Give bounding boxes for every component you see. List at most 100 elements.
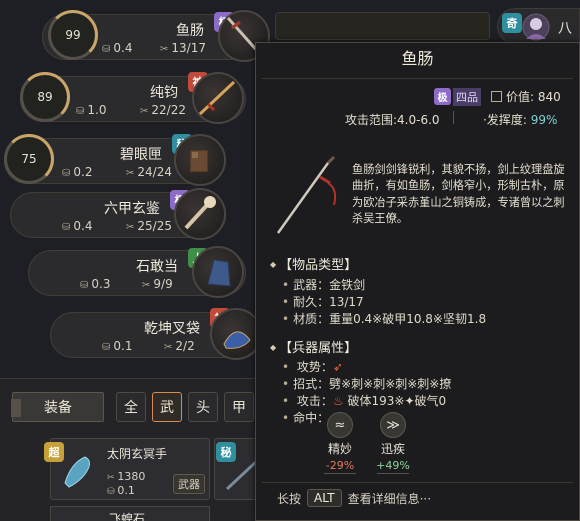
- equip-card[interactable]: 太阴玄冥手 1380 0.1 武器: [50, 438, 210, 500]
- equip-card-type: 武器: [173, 474, 205, 494]
- top-right-name: 八: [558, 21, 572, 37]
- equip-label-text: 装备: [44, 400, 72, 416]
- tab-all[interactable]: 全: [116, 392, 146, 422]
- equip-label: 装备: [11, 392, 104, 422]
- durability-line: 耐久：13/17: [282, 293, 364, 310]
- flame-icon: ♨: [332, 394, 344, 408]
- performance-rate: ·发挥度: 99%: [483, 111, 557, 128]
- equip-card-name: 太阴玄冥手: [107, 447, 168, 461]
- detail-hint: 长按 ALT 查看详细信息···: [277, 489, 431, 507]
- tab-armor[interactable]: 甲: [224, 392, 254, 422]
- item-durability: 25/25: [126, 219, 172, 233]
- grade-badge: 超: [44, 442, 64, 462]
- stab-icon: ➶: [332, 360, 343, 374]
- attack-label: 攻击：: [296, 394, 333, 408]
- attack-range: 攻击范围:4.0-6.0: [345, 111, 440, 128]
- hint-text: 查看详细信息···: [347, 491, 432, 506]
- bag-icon: [223, 331, 251, 349]
- price-value: 840: [537, 90, 561, 104]
- item-row[interactable]: 99 鱼肠 0.4 13/17 极: [42, 8, 270, 62]
- item-durability: 13/17: [160, 41, 206, 55]
- grade-badge: 秘: [216, 442, 236, 462]
- section-heading: 【兵器属性】: [270, 337, 357, 356]
- performance-label: ·发挥度:: [483, 113, 527, 127]
- item-weight: 1.0: [76, 103, 106, 117]
- precision-icon: ≈: [327, 412, 353, 438]
- item-row[interactable]: 石敢当 0.3 9/9 上: [28, 244, 246, 298]
- skill-speed: ≫ 迅疾 +49%: [369, 412, 417, 474]
- durability-ring: 75: [4, 134, 54, 184]
- material-line: 材质：重量0.4※破甲10.8※坚韧1.8: [282, 310, 486, 327]
- section-heading: 【物品类型】: [270, 254, 357, 273]
- item-name: 乾坤叉袋: [144, 321, 200, 337]
- skill-name: 迅疾: [380, 442, 405, 456]
- equip-card-name: 飞蝗石: [109, 512, 146, 521]
- item-name: 石敢当: [136, 259, 178, 275]
- equip-card-weight: 0.1: [107, 484, 135, 497]
- speed-icon: ≫: [380, 412, 406, 438]
- alt-key[interactable]: ALT: [307, 489, 342, 507]
- item-row[interactable]: 乾坤叉袋 0.1 2/2 神: [50, 306, 264, 360]
- item-row[interactable]: 六甲玄鉴 0.4 25/25 极: [10, 186, 226, 240]
- sword-icon: [198, 80, 236, 116]
- performance-value: 99%: [530, 113, 558, 127]
- skill-name: 精妙: [327, 442, 352, 456]
- qi-icon: ✦: [404, 394, 415, 408]
- tab-weapon[interactable]: 武: [152, 392, 182, 422]
- item-durability: 9/9: [142, 277, 172, 291]
- attack-pose-label: 攻势：: [296, 360, 333, 374]
- box-icon: [189, 149, 209, 173]
- tooltip-title: 鱼肠: [401, 49, 434, 68]
- equip-card[interactable]: 飞蝗石: [50, 506, 210, 521]
- item-durability: 2/2: [164, 339, 194, 353]
- attack-range-value: 4.0-6.0: [397, 113, 440, 127]
- item-art: [174, 188, 226, 240]
- sword-icon: [276, 155, 337, 234]
- item-weight: 0.2: [62, 165, 92, 179]
- stone-tablet-icon: [207, 259, 231, 287]
- item-art: [192, 246, 244, 298]
- item-name: 碧眼匣: [120, 147, 162, 163]
- grade-tag: 极 四品: [434, 87, 481, 106]
- item-art: [174, 134, 226, 186]
- item-row[interactable]: 75 碧眼匣 0.2 24/24 秘: [4, 132, 226, 186]
- item-row[interactable]: 89 纯钧 1.0 22/22 神: [20, 70, 246, 124]
- attack-range-label: 攻击范围:: [345, 113, 398, 127]
- item-weight: 0.3: [80, 277, 110, 291]
- attack-pose-line: 攻势：➶: [282, 358, 343, 375]
- price-icon: [491, 91, 502, 102]
- equip-card-durability: 1380: [107, 470, 145, 483]
- grade-text: 四品: [453, 87, 481, 106]
- moves-line: 招式：劈※刺※刺※刺※刺※撩: [282, 375, 451, 392]
- divider: [453, 111, 454, 124]
- attack-body-break: 破体193※: [347, 394, 405, 408]
- item-art: [192, 72, 244, 124]
- top-right-item-card[interactable]: 奇 八: [497, 8, 580, 44]
- grade-badge: 极: [434, 88, 451, 105]
- item-name: 鱼肠: [176, 23, 204, 39]
- divider: [262, 78, 573, 79]
- item-weight: 0.1: [102, 339, 132, 353]
- price-label: 价值:: [506, 90, 535, 104]
- item-description: 鱼肠剑剑锋锐利，其貌不扬，剑上纹理盘旋曲折，有如鱼肠，剑格窄小，形制古朴，原为欧…: [352, 163, 565, 226]
- item-durability: 22/22: [140, 103, 186, 117]
- top-frame: [275, 12, 490, 40]
- grade-badge: 奇: [502, 13, 522, 33]
- item-name: 纯钧: [150, 85, 178, 101]
- mirror-icon: [184, 196, 216, 230]
- skill-value: -29%: [325, 459, 355, 472]
- attack-line: 攻击：♨ 破体193※✦破气0: [282, 392, 446, 409]
- skill-precision: ≈ 精妙 -29%: [316, 412, 364, 474]
- item-durability: 24/24: [126, 165, 172, 179]
- divider: [262, 482, 573, 483]
- tab-head[interactable]: 头: [188, 392, 218, 422]
- hint-prefix: 长按: [277, 491, 302, 506]
- character-portrait-icon: [522, 13, 550, 41]
- item-name: 六甲玄鉴: [104, 201, 160, 217]
- item-weight: 0.4: [62, 219, 92, 233]
- durability-ring: 99: [48, 10, 98, 60]
- price: 价值: 840: [491, 88, 561, 105]
- attack-qi-break: 破气0: [414, 394, 447, 408]
- weapon-type-line: 武器：金铁剑: [282, 276, 365, 293]
- skill-value: +49%: [376, 459, 410, 472]
